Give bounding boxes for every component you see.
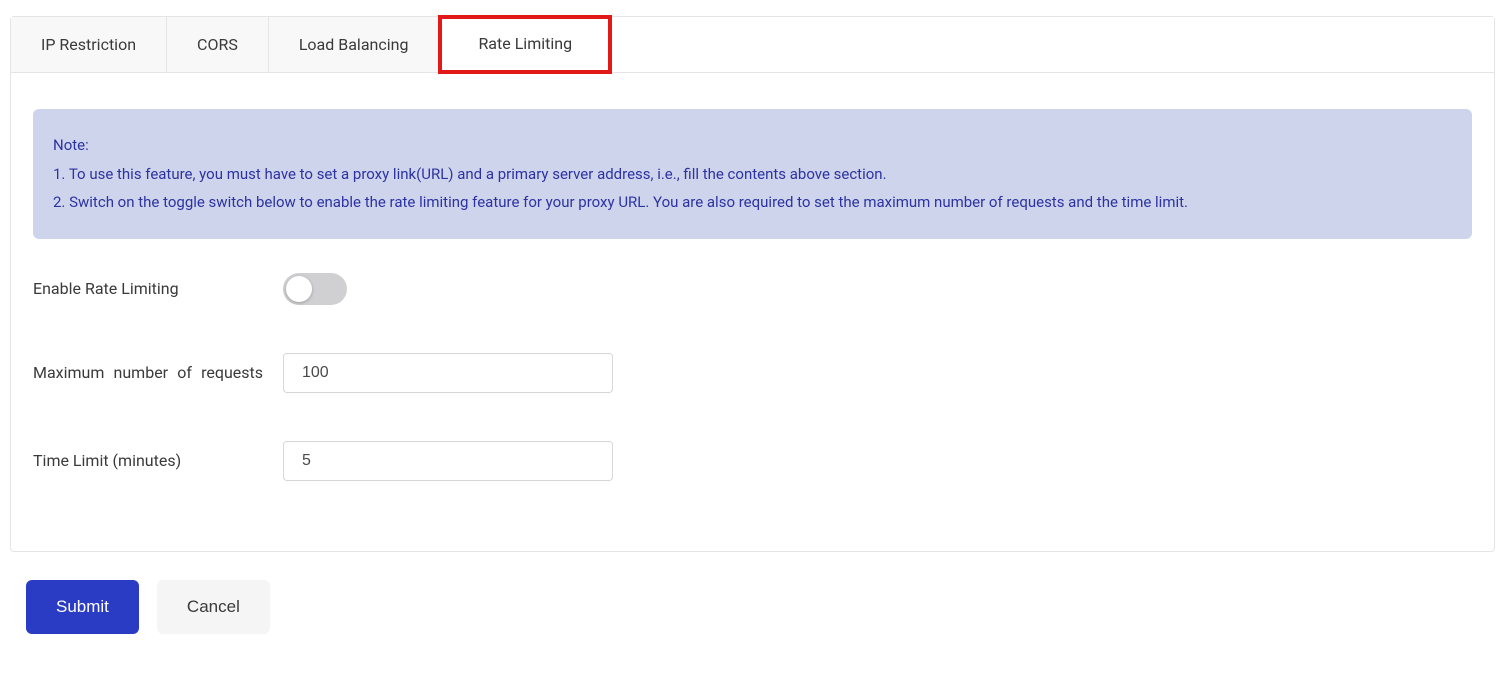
row-max-requests: Maximum number of requests [33, 353, 1472, 393]
note-line-2: 2. Switch on the toggle switch below to … [53, 188, 1452, 217]
settings-panel: IP Restriction CORS Load Balancing Rate … [10, 16, 1495, 552]
submit-button[interactable]: Submit [26, 580, 139, 634]
panel-body: Note: 1. To use this feature, you must h… [11, 73, 1494, 551]
max-requests-label: Maximum number of requests [33, 359, 283, 386]
max-requests-input[interactable] [283, 353, 613, 393]
tab-ip-restriction[interactable]: IP Restriction [11, 17, 167, 72]
tab-bar: IP Restriction CORS Load Balancing Rate … [11, 17, 1494, 73]
note-title: Note: [53, 131, 1452, 160]
enable-rate-limiting-toggle[interactable] [283, 273, 347, 305]
toggle-knob [286, 276, 312, 302]
time-limit-label: Time Limit (minutes) [33, 447, 283, 474]
note-box: Note: 1. To use this feature, you must h… [33, 109, 1472, 239]
tab-cors[interactable]: CORS [167, 17, 269, 72]
cancel-button[interactable]: Cancel [157, 580, 270, 634]
note-line-1: 1. To use this feature, you must have to… [53, 160, 1452, 189]
enable-rate-limiting-label: Enable Rate Limiting [33, 275, 283, 302]
tab-load-balancing[interactable]: Load Balancing [269, 17, 440, 72]
tab-rate-limiting[interactable]: Rate Limiting [438, 15, 612, 74]
action-bar: Submit Cancel [10, 580, 1495, 634]
time-limit-input[interactable] [283, 441, 613, 481]
row-time-limit: Time Limit (minutes) [33, 441, 1472, 481]
row-enable: Enable Rate Limiting [33, 273, 1472, 305]
